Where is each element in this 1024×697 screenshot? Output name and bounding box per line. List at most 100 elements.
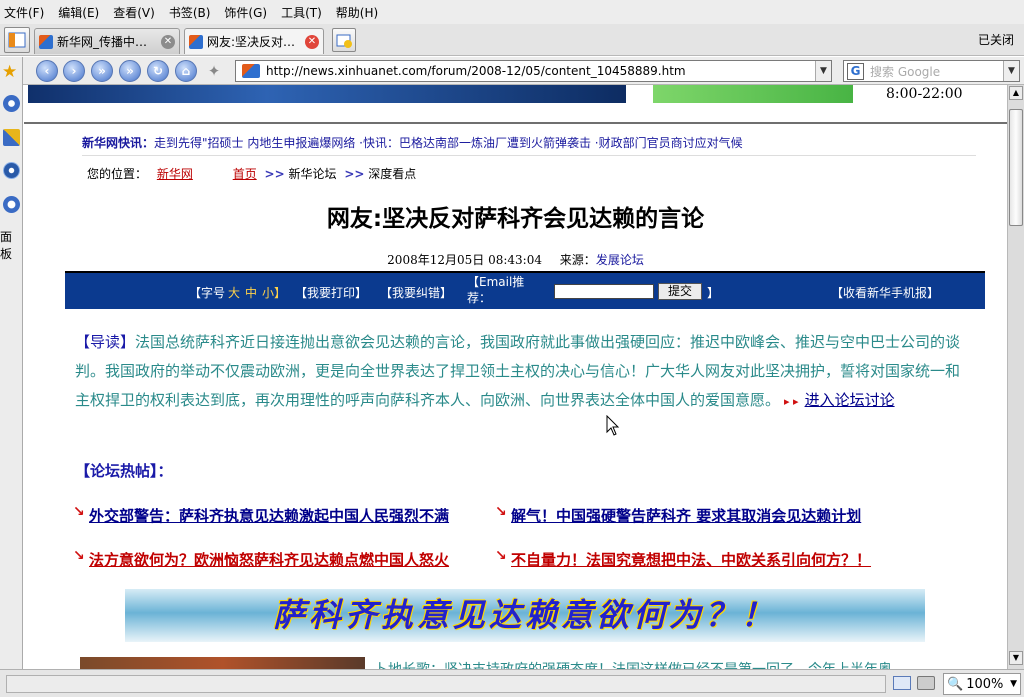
font-medium-button[interactable]: 中 xyxy=(245,284,257,301)
scroll-thumb[interactable] xyxy=(1009,109,1023,226)
source-link[interactable]: 发展论坛 xyxy=(596,253,644,267)
mobile-news-button[interactable]: 【收看新华手机报】 xyxy=(831,284,939,301)
hot-post-link[interactable]: 外交部警告：萨科齐执意见达赖激起中国人民强烈不满 xyxy=(89,507,449,525)
menu-tools[interactable]: 工具(T) xyxy=(281,4,322,21)
hot-posts-label: 【论坛热帖】： xyxy=(75,462,173,480)
forum-excerpt: 卜地长歌：坚决支持政府的强硬态度！法国这样做已经不是第一回了，今年上半年奥 xyxy=(374,659,892,669)
tab-bar: 新华网_传播中… ✕ 网友:坚决反对… ✕ 已关闭 xyxy=(0,24,1024,56)
arrow-icon: ↘ xyxy=(495,504,507,520)
hot-post-link[interactable]: 法方意欲何为？欧洲恼怒萨科齐见达赖点燃中国人怒火 xyxy=(89,551,449,569)
screen-icon[interactable] xyxy=(893,676,911,690)
zoom-dropdown-icon[interactable]: ▼ xyxy=(1010,679,1017,689)
url-bar[interactable]: http://news.xinhuanet.com/forum/2008-12/… xyxy=(235,60,832,82)
breadcrumb-separator: >> xyxy=(344,167,365,181)
sidebar-panel-icon xyxy=(8,32,26,48)
hot-post-link[interactable]: 解气！中国强硬警告萨科齐 要求其取消会见达赖计划 xyxy=(511,507,861,525)
menu-bar: 文件(F) 编辑(E) 查看(V) 书签(B) 饰件(G) 工具(T) 帮助(H… xyxy=(0,0,1024,24)
url-dropdown-icon[interactable]: ▼ xyxy=(815,61,831,81)
article-title: 网友:坚决反对萨科齐会见达赖的言论 xyxy=(24,199,1007,233)
panel-label: 面板 xyxy=(0,230,13,261)
feed-icon[interactable] xyxy=(3,162,20,179)
breadcrumb-separator: >> xyxy=(264,167,285,181)
service-hours: 8:00-22:00 xyxy=(886,86,963,102)
new-tab-button[interactable] xyxy=(332,28,356,52)
font-large-button[interactable]: 大 xyxy=(228,284,240,301)
bookmark-star-icon[interactable]: ★ xyxy=(2,62,17,82)
news-ticker: 新华网快讯：走到先得"招硕士 内地生申报遍爆网络 ·快讯：巴格达南部一炼油厂遭到… xyxy=(82,134,743,151)
hot-post-item[interactable]: ↘ 法方意欲何为？欧洲恼怒萨科齐见达赖点燃中国人怒火 xyxy=(73,549,449,570)
history-icon[interactable] xyxy=(3,95,20,112)
search-bar[interactable]: G 搜索 Google ▼ xyxy=(843,60,1020,82)
tab-close-icon[interactable]: ✕ xyxy=(161,34,175,49)
article-photo xyxy=(80,657,365,669)
email-input[interactable] xyxy=(554,284,654,299)
zoom-level: 100% xyxy=(966,676,1004,692)
ad-banner-image[interactable] xyxy=(653,85,853,103)
scroll-down-icon[interactable]: ▼ xyxy=(1009,651,1023,665)
banner-image[interactable] xyxy=(28,85,626,103)
download-icon[interactable] xyxy=(3,129,20,146)
font-size-label: 【字号 xyxy=(189,286,226,300)
sidebar-toggle-button[interactable] xyxy=(4,27,30,53)
zoom-control[interactable]: 🔍 100% ▼ xyxy=(943,673,1021,695)
status-text-area xyxy=(6,675,886,693)
home-button[interactable]: ⌂ xyxy=(175,60,197,82)
double-arrow-icon: ▸ ▸ xyxy=(784,395,799,408)
report-error-button[interactable]: 【我要纠错】 xyxy=(380,284,452,301)
scroll-up-icon[interactable]: ▲ xyxy=(1009,86,1023,100)
menu-edit[interactable]: 编辑(E) xyxy=(58,4,99,21)
article-toolbar: 【字号 大 中 小】 【我要打印】 【我要纠错】 【Email推荐： 提交 】 … xyxy=(65,271,985,309)
page-content: 8:00-22:00 新华网快讯：走到先得"招硕士 内地生申报遍爆网络 ·快讯：… xyxy=(24,85,1007,669)
magic-wand-icon[interactable]: ✦ xyxy=(203,62,225,82)
arrow-icon: ↘ xyxy=(73,504,85,520)
hot-post-item[interactable]: ↘ 解气！中国强硬警告萨科齐 要求其取消会见达赖计划 xyxy=(495,505,861,526)
tab-article[interactable]: 网友:坚决反对… ✕ xyxy=(184,28,324,54)
forward-button[interactable]: › xyxy=(63,60,85,82)
menu-addons[interactable]: 饰件(G) xyxy=(224,4,267,21)
print-button[interactable]: 【我要打印】 xyxy=(295,284,367,301)
status-bar: 🔍 100% ▼ xyxy=(0,669,1024,697)
hot-post-item[interactable]: ↘ 不自量力！法国究竟想把中法、中欧关系引向何方？！ xyxy=(495,549,871,570)
divider xyxy=(24,122,1007,124)
favicon-icon xyxy=(189,34,203,49)
menu-file[interactable]: 文件(F) xyxy=(4,4,44,21)
url-text: http://news.xinhuanet.com/forum/2008-12/… xyxy=(266,64,686,78)
ticker-text[interactable]: 走到先得"招硕士 内地生申报遍爆网络 ·快讯：巴格达南部一炼油厂遭到火箭弹袭击 … xyxy=(154,136,743,150)
tab-label: 网友:坚决反对… xyxy=(207,35,296,49)
email-submit-button[interactable]: 提交 xyxy=(658,283,702,300)
breadcrumb-home-link[interactable]: 首页 xyxy=(233,167,257,181)
closed-tabs-label[interactable]: 已关闭 xyxy=(978,31,1014,48)
camera-icon[interactable] xyxy=(917,676,935,690)
article-datetime: 2008年12月05日 08:43:04 xyxy=(387,253,542,267)
ticker-brand: 新华网快讯： xyxy=(82,136,155,150)
breadcrumb-site-link[interactable]: 新华网 xyxy=(157,167,193,181)
title-prefix: 网友: xyxy=(326,206,383,232)
favicon-icon xyxy=(39,34,53,49)
menu-view[interactable]: 查看(V) xyxy=(113,4,155,21)
font-small-button[interactable]: 小】 xyxy=(262,284,286,301)
search-placeholder: 搜索 Google xyxy=(870,64,941,79)
menu-bookmarks[interactable]: 书签(B) xyxy=(169,4,211,21)
tab-close-icon[interactable]: ✕ xyxy=(305,34,319,49)
hot-post-item[interactable]: ↘ 外交部警告：萨科齐执意见达赖激起中国人民强烈不满 xyxy=(73,505,449,526)
email-bracket: 】 xyxy=(707,286,720,300)
breadcrumb: 您的位置： 新华网 首页 >> 新华论坛 >> 深度看点 xyxy=(87,165,416,182)
forward-history-button[interactable]: » xyxy=(91,60,113,82)
title-main: 坚决反对萨科齐会见达赖的言论 xyxy=(382,206,705,232)
clock-icon[interactable] xyxy=(3,196,20,213)
slogan-banner[interactable]: 萨科齐执意见达赖意欲何为？！ xyxy=(125,589,925,642)
google-icon[interactable]: G xyxy=(847,62,864,80)
back-button[interactable]: ‹ xyxy=(36,60,58,82)
reload-button[interactable]: ↻ xyxy=(147,60,169,82)
source-label: 来源： xyxy=(559,253,596,267)
divider xyxy=(82,155,976,156)
tab-label: 新华网_传播中… xyxy=(57,35,148,49)
hot-post-link[interactable]: 不自量力！法国究竟想把中法、中欧关系引向何方？！ xyxy=(511,551,871,569)
tab-xinhua[interactable]: 新华网_传播中… ✕ xyxy=(34,28,180,54)
menu-help[interactable]: 帮助(H) xyxy=(336,4,378,21)
skip-button[interactable]: » xyxy=(119,60,141,82)
enter-forum-link[interactable]: 进入论坛讨论 xyxy=(805,391,895,409)
vertical-scrollbar[interactable]: ▲ ▼ xyxy=(1007,85,1024,669)
breadcrumb-forum[interactable]: 新华论坛 xyxy=(288,167,336,181)
search-dropdown-icon[interactable]: ▼ xyxy=(1003,61,1019,81)
